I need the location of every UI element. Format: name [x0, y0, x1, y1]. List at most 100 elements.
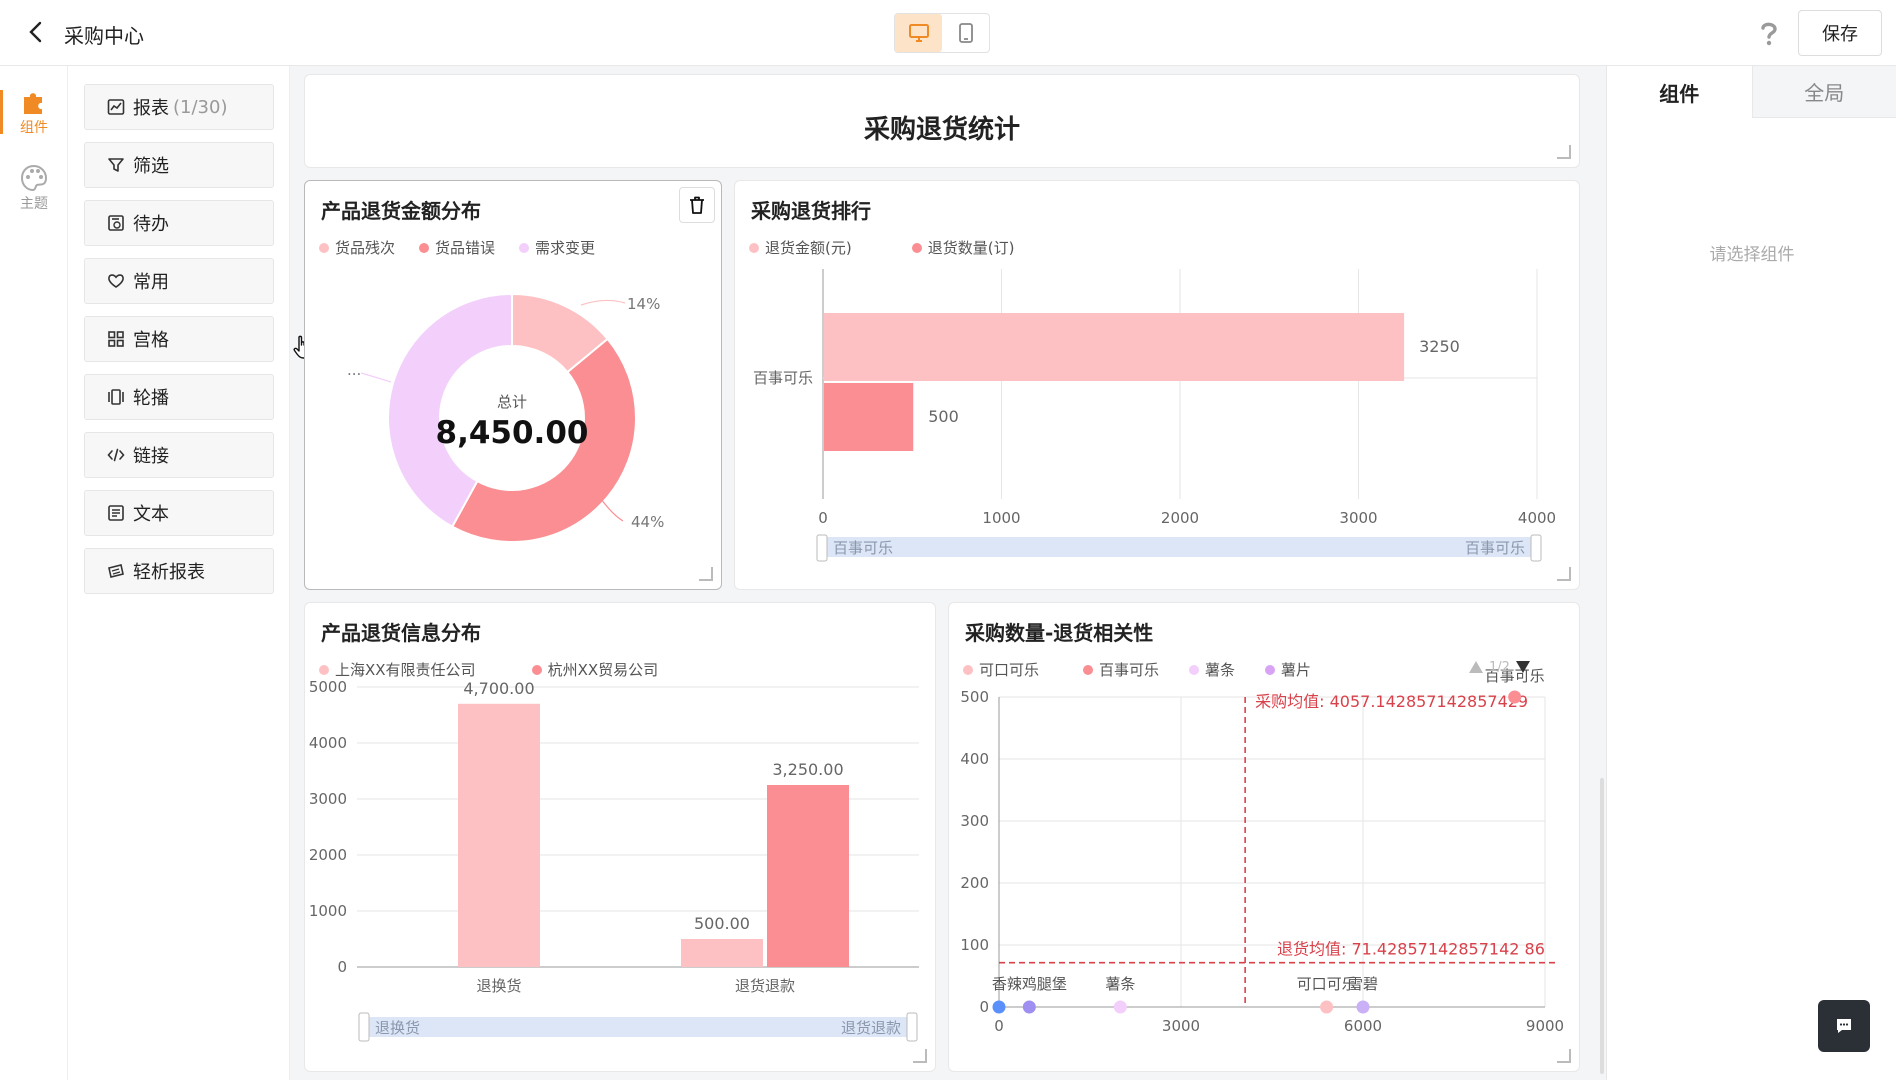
- tick-label: 3000: [1162, 1017, 1200, 1035]
- panel-tabs: 组件 全局: [1607, 66, 1896, 118]
- zoom-slider-handle-start[interactable]: [358, 1012, 370, 1042]
- tick-label: 0: [818, 509, 828, 527]
- rail-label-theme: 主题: [20, 196, 48, 212]
- text-icon: [108, 505, 124, 521]
- tick-label: 1000: [309, 902, 347, 920]
- todo-icon: [108, 215, 124, 231]
- canvas-scrollbar[interactable]: [1600, 778, 1604, 1074]
- bar[interactable]: [767, 785, 849, 967]
- palette-item-text[interactable]: 文本: [84, 490, 274, 536]
- desktop-view-button[interactable]: [895, 14, 942, 52]
- heart-icon: [108, 274, 124, 288]
- scatter-point[interactable]: [1508, 690, 1522, 704]
- mobile-icon: [958, 23, 973, 43]
- point-label: 雪碧: [1348, 975, 1378, 993]
- bar[interactable]: [681, 939, 763, 967]
- help-icon[interactable]: [1754, 18, 1784, 48]
- save-button[interactable]: 保存: [1798, 10, 1882, 56]
- category-label: 退换货: [476, 977, 521, 995]
- zoom-slider-handle-end[interactable]: [1530, 534, 1542, 562]
- code-icon: [107, 448, 125, 462]
- report-canvas: 采购退货统计 产品退货金额分布 货品残次 货品错误 需求变更 总计 8,450.…: [290, 66, 1606, 1080]
- mobile-view-button[interactable]: [942, 14, 989, 52]
- light-report-icon: [108, 564, 124, 578]
- ranking-card[interactable]: 采购退货排行 退货金额(元) 退货数量(订) 0 1000 2000 3000 4000…: [734, 180, 1580, 590]
- bar-value-label: 500: [928, 407, 959, 426]
- tab-components[interactable]: 组件: [1607, 66, 1752, 118]
- category-label: 退货退款: [735, 977, 795, 995]
- palette-item-favorites[interactable]: 常用: [84, 258, 274, 304]
- tick-label: 0: [337, 958, 347, 976]
- page-title: 采购退货统计: [863, 115, 1020, 145]
- scatter-point[interactable]: [1113, 1000, 1127, 1014]
- rail-item-theme[interactable]: 主题: [0, 156, 68, 220]
- bar-value-label: 3250: [1419, 337, 1460, 356]
- tick-label: 500: [960, 688, 989, 706]
- bar-value-label: 3,250.00: [772, 760, 843, 779]
- chat-button[interactable]: [1818, 1000, 1870, 1052]
- empty-hint: 请选择组件: [1709, 245, 1795, 265]
- palette-count: (1/30): [173, 96, 228, 118]
- properties-panel: 组件 全局 请选择组件: [1606, 66, 1896, 1080]
- rail-item-components[interactable]: 组件: [0, 80, 68, 144]
- report-icon: [107, 99, 125, 115]
- palette-item-report[interactable]: 报表 (1/30): [84, 84, 274, 130]
- puzzle-icon: [24, 93, 42, 114]
- pager-prev-icon[interactable]: [1469, 661, 1483, 673]
- slider-end-label: 百事可乐: [1465, 539, 1525, 557]
- info-bar-card[interactable]: 产品退货信息分布 上海XX有限责任公司 杭州XX贸易公司 0 1000 2000 30…: [304, 602, 936, 1072]
- palette-item-light-report[interactable]: 轻析报表: [84, 548, 274, 594]
- tick-label: 3000: [309, 790, 347, 808]
- palette-item-filter[interactable]: 筛选: [84, 142, 274, 188]
- palette-item-grid[interactable]: 宫格: [84, 316, 274, 362]
- chat-bubble-icon: [1837, 1019, 1851, 1033]
- tick-label: 0: [994, 1017, 1004, 1035]
- resize-handle[interactable]: [913, 1049, 927, 1063]
- info-bar-chart: 0 1000 2000 3000 4000 5000 退换货 4,700.00 退货退款 500.…: [309, 678, 919, 1042]
- zoom-slider-handle-end[interactable]: [906, 1012, 918, 1042]
- resize-handle[interactable]: [1557, 1049, 1571, 1063]
- tick-label: 4000: [1518, 509, 1556, 527]
- tab-global[interactable]: 全局: [1751, 66, 1896, 118]
- zoom-slider-track[interactable]: [367, 1017, 909, 1037]
- bar[interactable]: [824, 383, 914, 451]
- donut-center-value: 8,450.00: [436, 415, 589, 451]
- tick-label: 3000: [1339, 509, 1377, 527]
- palette-label: 宫格: [133, 330, 169, 351]
- zoom-slider-track[interactable]: [823, 537, 1535, 557]
- donut-card[interactable]: 产品退货金额分布 货品残次 货品错误 需求变更 总计 8,450.00 14% …: [304, 180, 722, 590]
- zoom-slider-handle-start[interactable]: [816, 534, 828, 562]
- component-palette: 报表 (1/30) 筛选 待办 常用 宫格 轮播 链接 文本 轻析报表: [68, 66, 310, 1080]
- slider-start-label: 退换货: [375, 1019, 420, 1037]
- title-card[interactable]: 采购退货统计: [304, 74, 1580, 168]
- tick-label: 1000: [982, 509, 1020, 527]
- resize-handle[interactable]: [699, 567, 713, 581]
- back-arrow-icon[interactable]: [22, 18, 50, 46]
- pager-label: 1/2: [1489, 660, 1510, 675]
- palette-item-todo[interactable]: 待办: [84, 200, 274, 246]
- bar[interactable]: [458, 703, 540, 967]
- tick-label: 6000: [1344, 1017, 1382, 1035]
- resize-handle[interactable]: [1557, 567, 1571, 581]
- scatter-point[interactable]: [1356, 1000, 1370, 1014]
- palette-label: 轮播: [133, 388, 169, 409]
- palette-item-link[interactable]: 链接: [84, 432, 274, 478]
- scatter-point[interactable]: [992, 1000, 1006, 1014]
- palette-icon: [20, 164, 48, 192]
- resize-handle[interactable]: [1557, 145, 1571, 159]
- palette-label: 文本: [133, 504, 169, 525]
- donut-center-label: 总计: [497, 393, 527, 411]
- bar-value-label: 500.00: [694, 914, 750, 933]
- bar[interactable]: [824, 313, 1405, 381]
- x-mean-label: 采购均值: 4057.142857142857429: [1255, 692, 1528, 711]
- tick-label: 100: [960, 936, 989, 954]
- scatter-point[interactable]: [1320, 1000, 1334, 1014]
- tick-label: 4000: [309, 734, 347, 752]
- tick-label: 9000: [1526, 1017, 1564, 1035]
- scatter-card[interactable]: 采购数量-退货相关性 可口可乐 百事可乐 薯条 薯片 0 100 200 300 400…: [948, 602, 1580, 1072]
- donut-chart: 总计 8,450.00 14% 44% ...: [347, 292, 664, 543]
- scatter-point[interactable]: [1022, 1000, 1036, 1014]
- palette-item-carousel[interactable]: 轮播: [84, 374, 274, 420]
- tick-label: 300: [960, 812, 989, 830]
- slice-label: 44%: [631, 513, 664, 531]
